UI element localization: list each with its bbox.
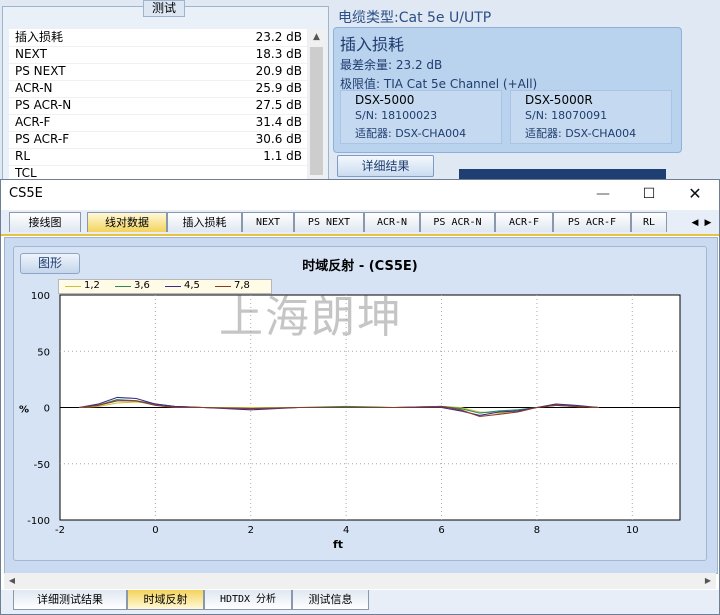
tab-wiremap[interactable]: 接线图 [9,212,81,232]
tab-hdtdx[interactable]: HDTDX 分析 [204,590,292,610]
tab-next[interactable]: NEXT [242,212,294,232]
result-row[interactable]: PS ACR-N 27.5 dB [9,97,307,115]
device-adapter: 适配器: DSX-CHA004 [355,127,467,140]
x-tick-label: 2 [248,525,254,536]
worst-margin: 最差余量: 23.2 dB [340,58,443,72]
result-name: RL [15,149,31,163]
top-tab-bar: 接线图 线对数据 插入损耗 NEXT PS NEXT ACR-N PS ACR-… [1,210,719,236]
legend-label: 4,5 [184,280,200,291]
x-tick-label: -2 [55,525,65,536]
result-name: PS ACR-F [15,132,70,146]
device-remote: DSX-5000R S/N: 18070091 适配器: DSX-CHA004 [510,90,672,144]
scroll-thumb[interactable] [310,47,323,175]
tab-scroll-left-icon[interactable]: ◀ [689,214,701,232]
device-sn: S/N: 18100023 [355,109,438,122]
result-name: 插入损耗 [15,30,64,44]
result-value: 23.2 dB [255,30,302,44]
tab-detailed-results[interactable]: 详细测试结果 [13,590,127,610]
legend-swatch [115,286,131,287]
y-tick-label: 0 [44,404,50,415]
result-row[interactable]: PS ACR-F 30.6 dB [9,131,307,149]
detail-title: 插入损耗 [340,35,405,54]
tab-tdr[interactable]: 时域反射 [127,590,204,610]
tab-acr-f[interactable]: ACR-F [495,212,553,232]
detail-results-button[interactable]: 详细结果 [337,155,434,177]
result-value: 25.9 dB [255,81,302,95]
result-name: NEXT [15,47,47,61]
x-axis-label: ft [333,538,343,551]
horizontal-scrollbar[interactable]: ◀ ▶ [4,573,716,589]
scroll-up-icon[interactable]: ▲ [308,29,325,46]
tab-pair-data[interactable]: 线对数据 [87,212,167,232]
tab-ps-acr-n[interactable]: PS ACR-N [420,212,495,232]
tab-acr-n[interactable]: ACR-N [364,212,420,232]
close-icon[interactable]: ✕ [683,182,707,206]
device-name: DSX-5000R [525,93,593,107]
chart-title: 时域反射 - (CS5E) [302,259,418,274]
scroll-left-icon[interactable]: ◀ [4,573,20,589]
watermark: 上海朗坤 [219,292,403,343]
tab-content: -2 0 2 4 6 8 10 100 50 0 -50 -100 ft% 图形 时域反射 - (CS5… [4,237,718,574]
y-tick-label: 50 [37,347,50,358]
result-value: 31.4 dB [255,115,302,129]
result-row[interactable]: NEXT 18.3 dB [9,46,307,64]
cs5e-window: CS5E — ☐ ✕ 接线图 线对数据 插入损耗 NEXT PS NEXT AC… [0,179,720,615]
detail-summary-box: 插入损耗 最差余量: 23.2 dB 极限值: TIA Cat 5e Chann… [333,27,682,153]
cable-type-value: Cat 5e U/UTP [398,10,492,26]
result-value: 1.1 dB [263,149,302,163]
result-row[interactable]: ACR-N 25.9 dB [9,80,307,98]
legend-label: 3,6 [134,280,150,291]
cable-type-label: 电缆类型: [338,10,399,26]
legend-swatch [65,286,81,287]
scroll-right-icon[interactable]: ▶ [700,573,716,589]
legend-swatch [165,286,181,287]
result-row[interactable]: 插入损耗 23.2 dB [9,29,307,47]
result-name: PS NEXT [15,64,66,78]
y-axis-label: % [19,405,29,416]
result-row[interactable]: PS NEXT 20.9 dB [9,63,307,81]
result-row[interactable]: ACR-F 31.4 dB [9,114,307,132]
x-tick-label: 6 [438,525,444,536]
minimize-icon[interactable]: — [591,182,615,206]
maximize-icon[interactable]: ☐ [637,182,661,206]
bottom-tab-bar: 详细测试结果 时域反射 HDTDX 分析 测试信息 [1,590,719,614]
test-group-title: 测试 [143,0,185,17]
x-tick-label: 4 [343,525,349,536]
result-name: ACR-F [15,115,51,129]
result-value: 30.6 dB [255,132,302,146]
cable-type: 电缆类型:Cat 5e U/UTP [338,7,491,27]
window-title: CS5E [9,186,43,201]
tab-test-info[interactable]: 测试信息 [292,590,369,610]
device-adapter: 适配器: DSX-CHA004 [525,127,637,140]
test-results-list[interactable]: 插入损耗 23.2 dB NEXT 18.3 dB PS NEXT 20.9 dB ACR-… [9,29,307,189]
tab-rl[interactable]: RL [631,212,667,232]
result-name: PS ACR-N [15,98,72,112]
tab-scroll-right-icon[interactable]: ▶ [702,214,714,232]
y-tick-label: -50 [34,460,50,471]
y-tick-label: -100 [27,516,50,527]
device-main: DSX-5000 S/N: 18100023 适配器: DSX-CHA004 [340,90,502,144]
device-name: DSX-5000 [355,93,415,107]
results-scrollbar[interactable]: ▲ [308,29,325,189]
plot-frame: -2 0 2 4 6 8 10 100 50 0 -50 -100 ft% 图形 时域反射 - (CS5… [13,246,707,561]
x-tick-label: 8 [534,525,540,536]
legend-label: 1,2 [84,280,100,291]
tab-insertion-loss[interactable]: 插入损耗 [167,212,242,232]
result-value: 18.3 dB [255,47,302,61]
tab-ps-acr-f[interactable]: PS ACR-F [553,212,631,232]
test-results-group: 插入损耗 23.2 dB NEXT 18.3 dB PS NEXT 20.9 dB ACR-… [2,6,329,189]
result-value: 27.5 dB [255,98,302,112]
y-tick-label: 100 [31,291,50,302]
result-name: ACR-N [15,81,53,95]
tab-ps-next[interactable]: PS NEXT [294,212,364,232]
x-tick-label: 10 [626,525,639,536]
x-tick-label: 0 [152,525,158,536]
device-sn: S/N: 18070091 [525,109,608,122]
result-value: 20.9 dB [255,64,302,78]
result-row[interactable]: RL 1.1 dB [9,148,307,166]
